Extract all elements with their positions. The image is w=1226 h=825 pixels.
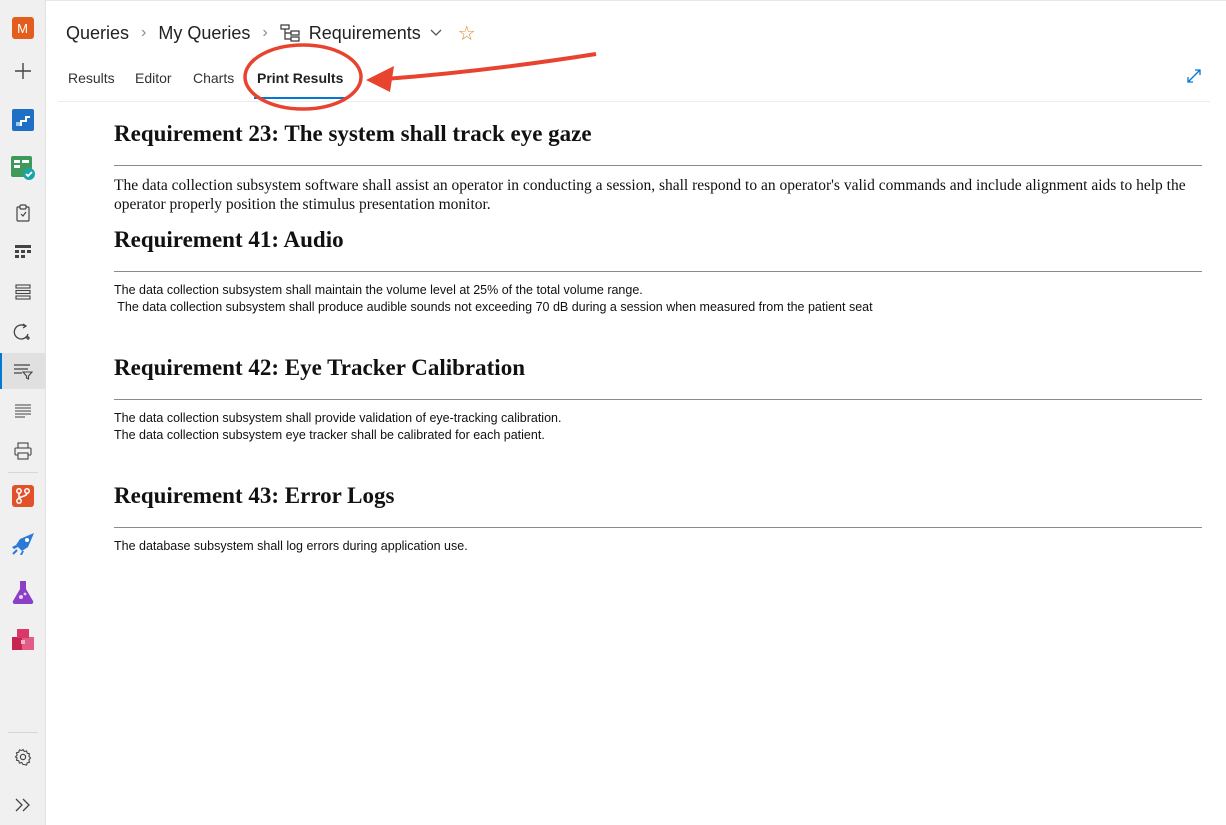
tab-charts[interactable]: Charts bbox=[193, 70, 234, 86]
queries-icon bbox=[13, 364, 33, 380]
list-lines-icon bbox=[14, 404, 31, 418]
print-results-content: Requirement 23: The system shall track e… bbox=[114, 118, 1202, 555]
boards-grid-nav[interactable] bbox=[0, 234, 45, 270]
requirement-description-line: The database subsystem shall log errors … bbox=[114, 539, 468, 553]
requirement-41: Requirement 41: Audio The data collectio… bbox=[114, 224, 1202, 316]
expand-rail-button[interactable] bbox=[0, 787, 45, 823]
print-nav[interactable] bbox=[0, 433, 45, 469]
print-icon bbox=[13, 442, 32, 460]
favorite-star-icon[interactable]: ☆ bbox=[458, 21, 476, 46]
backlogs-icon bbox=[14, 284, 31, 300]
plus-icon bbox=[14, 63, 31, 79]
work-items-icon bbox=[15, 204, 30, 222]
sprints-nav[interactable] bbox=[0, 314, 45, 350]
divider bbox=[114, 527, 1202, 528]
requirement-description-line: The data collection subsystem shall main… bbox=[114, 283, 643, 297]
requirement-42: Requirement 42: Eye Tracker Calibration … bbox=[114, 352, 1202, 444]
tab-bar: Results Editor Charts Print Results bbox=[58, 60, 1210, 102]
breadcrumb-queries[interactable]: Queries bbox=[66, 23, 129, 44]
overview-icon bbox=[11, 109, 34, 131]
artifacts-nav[interactable] bbox=[0, 622, 45, 658]
page-title[interactable]: Requirements bbox=[309, 23, 421, 44]
delivery-plans-nav[interactable] bbox=[0, 393, 45, 429]
divider bbox=[114, 165, 1202, 166]
breadcrumb-my-queries[interactable]: My Queries bbox=[158, 23, 250, 44]
avatar: M bbox=[11, 17, 34, 39]
requirement-description-line: The data collection subsystem shall prod… bbox=[114, 300, 873, 314]
sprints-icon bbox=[13, 323, 30, 340]
artifacts-icon bbox=[11, 629, 34, 650]
top-border bbox=[46, 0, 1226, 4]
test-plans-icon bbox=[12, 581, 33, 605]
requirement-title: Requirement 43: Error Logs bbox=[114, 483, 395, 508]
requirement-description-line: The data collection subsystem shall prov… bbox=[114, 411, 562, 425]
requirement-43: Requirement 43: Error Logs The database … bbox=[114, 480, 1202, 555]
boards-icon bbox=[10, 156, 35, 180]
divider bbox=[114, 271, 1202, 272]
boards-grid-icon bbox=[14, 245, 31, 258]
requirement-title: Requirement 42: Eye Tracker Calibration bbox=[114, 355, 525, 380]
rail-divider bbox=[8, 472, 38, 473]
backlogs-nav[interactable] bbox=[0, 274, 45, 310]
boards-nav[interactable] bbox=[0, 150, 45, 186]
repos-nav[interactable] bbox=[0, 478, 45, 514]
overview-nav[interactable] bbox=[0, 102, 45, 138]
tab-results[interactable]: Results bbox=[68, 70, 115, 86]
work-items-nav[interactable] bbox=[0, 195, 45, 231]
chevron-right-icon: › bbox=[262, 24, 268, 41]
requirement-description: The data collection subsystem software s… bbox=[114, 177, 1186, 213]
query-tree-icon bbox=[280, 24, 300, 42]
left-nav-rail: M bbox=[0, 0, 46, 825]
chevron-down-icon[interactable] bbox=[430, 29, 442, 37]
pipelines-nav[interactable] bbox=[0, 526, 45, 562]
divider bbox=[114, 399, 1202, 400]
tab-editor[interactable]: Editor bbox=[135, 70, 172, 86]
double-chevron-right-icon bbox=[15, 798, 30, 812]
settings-button[interactable] bbox=[0, 739, 45, 775]
requirement-title: Requirement 23: The system shall track e… bbox=[114, 121, 592, 146]
rail-divider bbox=[8, 732, 38, 733]
gear-icon bbox=[14, 748, 31, 766]
requirement-23: Requirement 23: The system shall track e… bbox=[114, 118, 1202, 214]
requirement-description-line: The data collection subsystem eye tracke… bbox=[114, 428, 545, 442]
breadcrumb: Queries › My Queries › Requirements ☆ bbox=[66, 20, 476, 46]
new-item-button[interactable] bbox=[0, 53, 45, 89]
chevron-right-icon: › bbox=[141, 24, 147, 41]
test-plans-nav[interactable] bbox=[0, 574, 45, 610]
repos-icon bbox=[11, 485, 34, 507]
tab-print-results[interactable]: Print Results bbox=[253, 70, 347, 99]
pipelines-icon bbox=[11, 533, 34, 555]
queries-nav[interactable] bbox=[0, 353, 45, 389]
requirement-title: Requirement 41: Audio bbox=[114, 227, 344, 252]
fullscreen-expand-icon[interactable] bbox=[1186, 68, 1202, 89]
org-avatar[interactable]: M bbox=[0, 10, 45, 46]
